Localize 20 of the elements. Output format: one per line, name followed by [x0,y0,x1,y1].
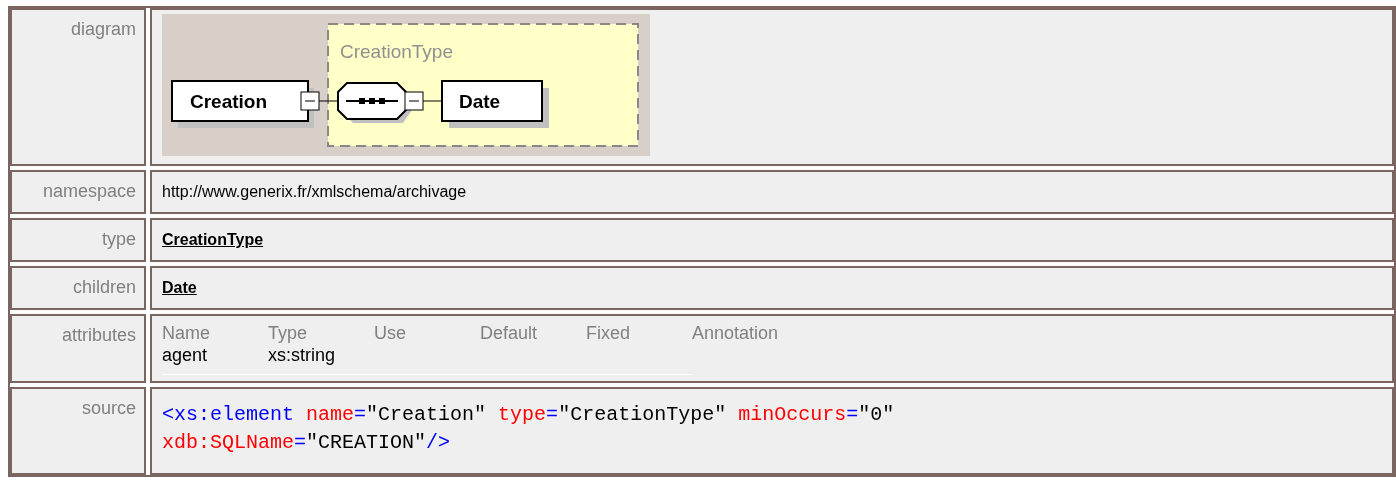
attribute-column-header: Use [374,322,406,344]
row-label: namespace [42,180,136,203]
attribute-column-header: Fixed [586,322,630,344]
namespace-value: http://www.generix.fr/xmlschema/archivage [162,182,468,202]
source-code-line: xdb:SQLName="CREATION"/> [162,430,451,456]
attribute-column-header: Type [268,322,308,344]
attribute-cell: agent [162,344,208,366]
row-label: diagram [70,18,136,41]
source-code-line: <xs:element name="Creation" type="CreationType" minOccurs="0" [162,402,895,428]
attribute-column-header: Name [162,322,210,344]
type-name-label: CreationType [340,41,453,62]
element-node-label: Creation [190,91,268,112]
attribute-cell: xs:string [268,344,336,366]
row-label: type [101,228,136,251]
row-label: children [72,276,136,299]
attribute-column-header: Annotation [692,322,779,344]
row-label: source [81,397,136,420]
row-label: attributes [61,324,136,347]
child-node-label: Date [459,91,501,112]
attribute-column-header: Default [480,322,538,344]
